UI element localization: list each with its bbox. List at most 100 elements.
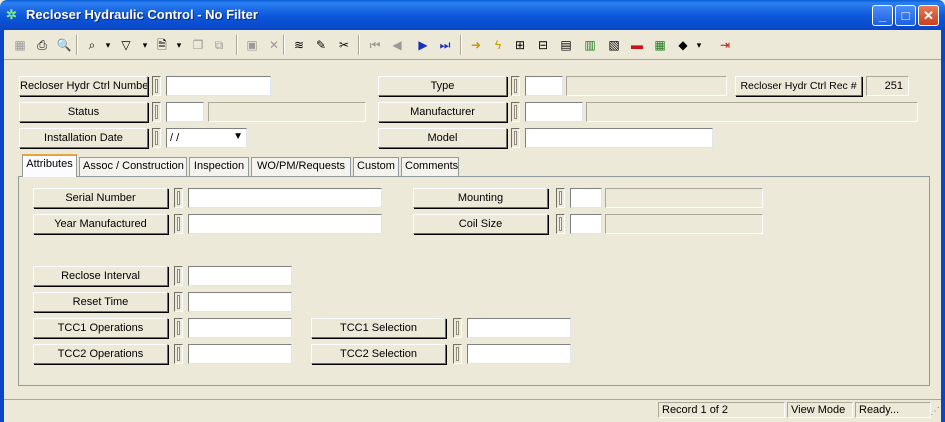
last-record-icon[interactable]: ⏭	[435, 35, 455, 55]
tab-attributes[interactable]: Attributes	[22, 154, 77, 177]
year-manufactured-input[interactable]	[188, 214, 382, 234]
field-marker	[152, 76, 161, 96]
relations-icon[interactable]: ⊞	[510, 35, 530, 55]
minimize-button[interactable]: _	[872, 5, 893, 26]
tcc1-operations-button[interactable]: TCC1 Operations	[33, 318, 168, 338]
manufacturer-description	[586, 102, 918, 122]
reclose-interval-button[interactable]: Reclose Interval	[33, 266, 168, 286]
installation-date-value: / /	[170, 132, 180, 144]
tcc1-selection-input[interactable]	[467, 318, 571, 338]
calculator-icon[interactable]: ▥	[580, 35, 600, 55]
serial-number-button[interactable]: Serial Number	[33, 188, 168, 208]
stack-icon[interactable]: ≋	[289, 35, 309, 55]
dropdown-arrow-icon[interactable]: ▾	[174, 35, 184, 55]
type-button[interactable]: Type	[378, 76, 507, 96]
print-preview-icon[interactable]: 🔍	[54, 35, 74, 55]
delete-icon[interactable]: ✕	[264, 35, 284, 55]
toolbar-separator	[76, 35, 78, 55]
print-icon[interactable]: ⎙	[32, 35, 52, 55]
map-icon[interactable]: ▤	[556, 35, 576, 55]
coil-size-button[interactable]: Coil Size	[413, 214, 548, 234]
mounting-description	[605, 188, 763, 208]
status-record-count: Record 1 of 2	[658, 402, 785, 418]
reclose-interval-input[interactable]	[188, 266, 292, 286]
table-icon[interactable]: ▦	[650, 35, 670, 55]
binoculars-icon[interactable]: ⌕	[82, 35, 102, 55]
duplicate-icon[interactable]: ⧉	[209, 35, 229, 55]
hierarchy-icon[interactable]: ⊟	[533, 35, 553, 55]
toolbar-separator	[236, 35, 238, 55]
field-marker	[511, 76, 520, 96]
dropdown-arrow-icon[interactable]: ▾	[103, 35, 113, 55]
mounting-code-input[interactable]	[570, 188, 602, 208]
tab-inspection[interactable]: Inspection	[189, 157, 249, 176]
previous-record-icon[interactable]: ◀	[387, 35, 407, 55]
model-input[interactable]	[525, 128, 713, 148]
coil-size-description	[605, 214, 763, 234]
recloser-hydr-ctrl-number-input[interactable]	[166, 76, 271, 96]
manufacturer-button[interactable]: Manufacturer	[378, 102, 507, 122]
close-button[interactable]: ✕	[918, 5, 939, 26]
exit-icon[interactable]: ⇥	[715, 35, 735, 55]
app-icon[interactable]: ✲	[6, 7, 22, 23]
model-button[interactable]: Model	[378, 128, 507, 148]
field-marker	[556, 188, 565, 208]
coil-size-code-input[interactable]	[570, 214, 602, 234]
filter-icon[interactable]: ▽	[116, 35, 136, 55]
go-to-icon[interactable]: ➜	[466, 35, 486, 55]
dropdown-arrow-icon[interactable]: ▾	[140, 35, 150, 55]
reset-time-button[interactable]: Reset Time	[33, 292, 168, 312]
recloser-hydr-ctrl-rec-number-button[interactable]: Recloser Hydr Ctrl Rec #	[735, 76, 862, 96]
installation-date-input[interactable]: / / ▼	[166, 128, 247, 148]
copy-record-icon[interactable]: ❐	[188, 35, 208, 55]
tcc2-selection-button[interactable]: TCC2 Selection	[311, 344, 446, 364]
installation-date-button[interactable]: Installation Date	[19, 128, 148, 148]
field-marker	[556, 214, 565, 234]
tab-assoc-construction[interactable]: Assoc / Construction	[79, 157, 187, 176]
first-record-icon[interactable]: ⏮	[365, 35, 385, 55]
field-marker	[174, 214, 183, 234]
toolbar-separator	[460, 35, 462, 55]
recloser-hydr-ctrl-number-button[interactable]: Recloser Hydr Ctrl Number	[19, 76, 148, 96]
status-button[interactable]: Status	[19, 102, 148, 122]
status-code-input[interactable]	[166, 102, 204, 122]
grid-icon[interactable]: ▦	[10, 35, 30, 55]
field-marker	[174, 266, 183, 286]
tab-wo-pm-requests[interactable]: WO/PM/Requests	[251, 157, 351, 176]
tab-comments[interactable]: Comments	[401, 157, 459, 176]
field-marker	[511, 102, 520, 122]
tab-custom[interactable]: Custom	[353, 157, 399, 176]
field-marker	[152, 128, 161, 148]
serial-number-input[interactable]	[188, 188, 382, 208]
tcc2-selection-input[interactable]	[467, 344, 571, 364]
toolbar-separator	[358, 35, 360, 55]
next-record-icon[interactable]: ▶	[413, 35, 433, 55]
edit-pencil-icon[interactable]: ✎	[311, 35, 331, 55]
book-icon[interactable]: ◆	[673, 35, 693, 55]
resize-grip-icon[interactable]: ⋰	[930, 406, 940, 417]
chevron-down-icon[interactable]: ▼	[233, 130, 243, 144]
lightning-icon[interactable]: ϟ	[488, 35, 508, 55]
report-icon[interactable]: ▧	[604, 35, 624, 55]
maximize-button[interactable]: □	[895, 5, 916, 26]
window-title: Recloser Hydraulic Control - No Filter	[26, 7, 258, 22]
reset-time-input[interactable]	[188, 292, 292, 312]
field-marker	[511, 128, 520, 148]
tcc2-operations-button[interactable]: TCC2 Operations	[33, 344, 168, 364]
tcc1-selection-button[interactable]: TCC1 Selection	[311, 318, 446, 338]
truck-icon[interactable]: ▬	[627, 35, 647, 55]
status-state: Ready...	[855, 402, 931, 418]
new-record-icon[interactable]: 🗎	[152, 35, 172, 55]
year-manufactured-button[interactable]: Year Manufactured	[33, 214, 168, 234]
manufacturer-code-input[interactable]	[525, 102, 583, 122]
field-marker	[453, 344, 462, 364]
field-marker	[174, 188, 183, 208]
mounting-button[interactable]: Mounting	[413, 188, 548, 208]
status-description	[208, 102, 366, 122]
type-code-input[interactable]	[525, 76, 563, 96]
dropdown-arrow-icon[interactable]: ▾	[694, 35, 704, 55]
tcc1-operations-input[interactable]	[188, 318, 292, 338]
tcc2-operations-input[interactable]	[188, 344, 292, 364]
save-icon[interactable]: ▣	[242, 35, 262, 55]
cut-icon[interactable]: ✂	[334, 35, 354, 55]
